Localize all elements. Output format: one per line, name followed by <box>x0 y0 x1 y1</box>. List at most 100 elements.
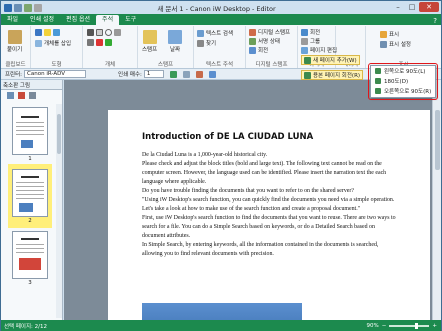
paragraph: De la Ciudad Luna is a 1,000-year-old hi… <box>142 152 268 158</box>
maximize-button[interactable]: □ <box>405 2 419 12</box>
redo-icon[interactable] <box>34 3 42 12</box>
group-shapes: 개체를 삽입 도형 <box>31 26 83 68</box>
page-edit-icon <box>301 46 308 54</box>
line-width-icon <box>87 39 94 46</box>
signature-icon <box>249 37 256 45</box>
show-settings-button[interactable]: 표시 설정 <box>380 40 411 48</box>
draw-tools[interactable] <box>87 29 121 36</box>
find-button[interactable]: 찾기 <box>197 39 216 47</box>
document-image <box>142 303 302 320</box>
line-icon <box>53 29 60 36</box>
shape-tools[interactable] <box>35 29 60 36</box>
text-box-icon <box>197 29 204 37</box>
document-page: Introduction of DE LA CIUDAD LUNA De la … <box>108 110 430 320</box>
page-rotate-button[interactable]: 용본 페이지 회전(R) <box>301 70 364 80</box>
rotate-button[interactable]: 회전 <box>249 46 268 54</box>
date-button[interactable]: 날짜 <box>168 30 182 53</box>
rotate-icon <box>249 46 256 54</box>
highlighter-icon <box>44 29 51 36</box>
highlight-box <box>368 63 438 100</box>
close-button[interactable]: ✕ <box>419 2 439 12</box>
group-clipboard: 붙이기 클립보드 <box>1 26 31 68</box>
tab-annotation[interactable]: 주석 <box>96 15 120 25</box>
zoom-slider-thumb[interactable] <box>415 322 419 329</box>
group-icon <box>301 37 308 45</box>
rectangle-icon <box>96 29 103 36</box>
document-heading: Introduction of DE LA CIUDAD LUNA <box>142 132 314 142</box>
copies-input[interactable]: 1 <box>143 70 164 78</box>
tab-edit-options[interactable]: 편집 옵션 <box>60 15 96 25</box>
paragraph: In Simple Search, by entering keywords, … <box>142 242 379 257</box>
object-insert-button[interactable]: 개체를 삽입 <box>35 39 71 47</box>
print-icon[interactable] <box>169 70 177 78</box>
page-icon[interactable] <box>7 92 14 99</box>
window-controls: – □ ✕ <box>391 2 439 13</box>
document-view: Introduction of DE LA CIUDAD LUNA De la … <box>64 80 432 320</box>
show-button[interactable]: 표시 <box>380 30 399 38</box>
insert-page-button[interactable]: 새 페이지 추가(W) <box>301 55 360 65</box>
tab-print-settings[interactable]: 인쇄 설정 <box>24 15 60 25</box>
page-rotate-icon <box>304 71 311 79</box>
thumbnail-number: 3 <box>28 280 32 286</box>
text-search-button[interactable]: 텍스트 검색 <box>197 29 233 37</box>
view-icon[interactable] <box>29 92 36 99</box>
undo-toolbar-icon[interactable] <box>195 70 203 78</box>
group-button[interactable]: 그룹 <box>301 37 320 45</box>
thumbnail-toolbar <box>1 90 62 101</box>
digital-stamp-icon <box>249 28 256 36</box>
digital-stamp-button[interactable]: 디지털 스탬프 <box>249 28 290 36</box>
toolbar-icon[interactable] <box>182 70 190 78</box>
thumbnail-panel: 축소판 그림 1 2 3 <box>1 80 63 320</box>
signature-state-button[interactable]: 서명 상태 <box>249 37 280 45</box>
polygon-icon <box>114 29 121 36</box>
pen-icon <box>35 29 42 36</box>
stamp-button[interactable]: 스탬프 <box>142 30 157 53</box>
date-stamp-icon <box>168 30 182 44</box>
tab-file[interactable]: 파일 <box>1 15 24 25</box>
insert-page-icon <box>304 56 311 64</box>
group-label: 텍스트 주석 <box>205 62 234 68</box>
zoom-in-icon[interactable]: + <box>432 323 437 329</box>
redo-toolbar-icon[interactable] <box>208 70 216 78</box>
title-bar: 새 문서 1 - Canon iW Desktop - Editor – □ ✕ <box>1 1 441 14</box>
scroll-thumb[interactable] <box>57 114 61 154</box>
paragraph: Let's take a look at how to make use of … <box>142 206 361 212</box>
line-tools[interactable] <box>87 39 112 46</box>
thumbnail-scrollbar[interactable] <box>56 104 62 318</box>
image-rotate-button[interactable]: 회전 <box>301 28 320 36</box>
undo-icon[interactable] <box>24 3 32 12</box>
zoom-slider[interactable] <box>389 322 430 329</box>
save-icon[interactable] <box>14 3 22 12</box>
paragraph: Please check and adjust the block titles… <box>142 161 387 185</box>
paragraph: First, use iW Desktop's search function … <box>142 215 396 239</box>
tab-tools[interactable]: 도구 <box>119 15 142 25</box>
settings-icon <box>380 40 387 48</box>
group-display: 표시 표시 설정 표시 <box>366 26 441 68</box>
ribbon-tabs: 파일 인쇄 설정 편집 옵션 주석 도구 ? <box>1 14 441 25</box>
thumbnail-page-3[interactable]: 3 <box>8 231 52 286</box>
color-icon <box>96 39 103 46</box>
thumbnail-list: 1 2 3 <box>5 104 55 318</box>
paste-button[interactable]: 붙이기 <box>7 30 22 53</box>
thumbnail-page-2[interactable]: 2 <box>8 164 52 228</box>
minimize-button[interactable]: – <box>391 2 405 12</box>
document-scrollbar[interactable] <box>432 80 441 320</box>
paragraph: Do you have trouble finding the document… <box>142 188 354 194</box>
help-button[interactable]: ? <box>433 17 441 25</box>
group-digital-stamp: 디지털 스탬프 서명 상태 회전 디지털 스탬프 <box>246 26 298 68</box>
paste-icon <box>7 30 22 44</box>
page-edit-button[interactable]: 페이지 편집 <box>301 46 337 54</box>
group-label: 클립보드 <box>5 62 26 68</box>
group-label: 스탬프 <box>157 62 174 68</box>
zoom-out-icon[interactable]: − <box>382 323 387 329</box>
zoom-control: 90% − + <box>367 322 441 329</box>
group-objects: 개체 <box>83 26 138 68</box>
scroll-thumb[interactable] <box>435 110 440 170</box>
bookmark-icon[interactable] <box>18 92 25 99</box>
paragraph: "Using iW Desktop's search function, you… <box>142 197 395 203</box>
quick-access-toolbar <box>4 3 42 12</box>
thumbnail-panel-tab[interactable]: 축소판 그림 <box>1 80 62 90</box>
thumbnail-page-1[interactable]: 1 <box>8 107 52 162</box>
printer-select[interactable]: Canon iR-ADV <box>24 70 87 78</box>
printer-label: 프린터: <box>5 72 23 78</box>
